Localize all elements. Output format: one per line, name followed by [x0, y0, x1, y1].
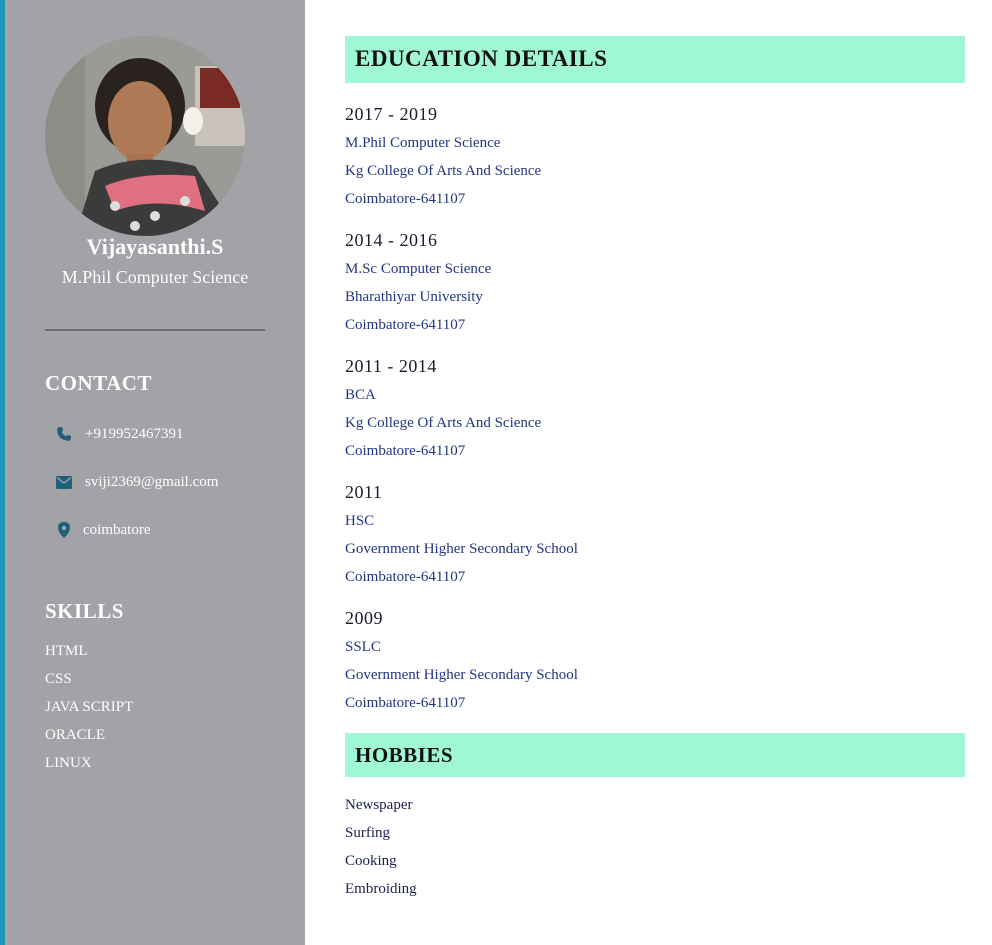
- education-years: 2011: [345, 482, 383, 502]
- education-years: 2009: [345, 608, 383, 628]
- education-institution: Government Higher Secondary School: [345, 667, 578, 683]
- education-course: M.Phil Computer Science: [345, 135, 501, 151]
- phone-icon: [55, 425, 73, 443]
- phone-number: +919952467391: [85, 425, 184, 442]
- education-place: Coimbatore-641107: [345, 317, 466, 333]
- contact-location: coimbatore: [55, 519, 150, 541]
- profile-name: Vijayasanthi.S: [86, 234, 224, 259]
- education-years: 2017 - 2019: [345, 104, 438, 124]
- education-institution: Kg College Of Arts And Science: [345, 415, 542, 431]
- contact-phone[interactable]: +919952467391: [55, 423, 183, 445]
- skill-item: ORACLE: [45, 727, 105, 743]
- education-section-header: EDUCATION DETAILS: [345, 36, 965, 83]
- avatar: [45, 36, 245, 236]
- contact-email[interactable]: sviji2369@gmail.com: [55, 471, 218, 493]
- hobbies-heading: HOBBIES: [355, 743, 454, 767]
- location-text: coimbatore: [83, 521, 151, 538]
- profile-degree: M.Phil Computer Science: [61, 267, 249, 287]
- email-address: sviji2369@gmail.com: [85, 473, 219, 490]
- education-course: BCA: [345, 387, 376, 403]
- education-institution: Kg College Of Arts And Science: [345, 163, 542, 179]
- skill-item: HTML: [45, 643, 88, 659]
- education-institution: Bharathiyar University: [345, 289, 483, 305]
- map-pin-icon: [55, 521, 73, 539]
- hobby-item: Surfing: [345, 825, 390, 841]
- sidebar-divider: [45, 329, 265, 331]
- education-place: Coimbatore-641107: [345, 191, 466, 207]
- education-place: Coimbatore-641107: [345, 443, 466, 459]
- education-course: HSC: [345, 513, 375, 529]
- sidebar: Vijayasanthi.S M.Phil Computer Science C…: [5, 0, 305, 945]
- hobby-item: Cooking: [345, 853, 397, 869]
- skill-item: LINUX: [45, 755, 92, 771]
- envelope-icon: [55, 473, 73, 491]
- skill-item: JAVA SCRIPT: [45, 699, 134, 715]
- education-place: Coimbatore-641107: [345, 569, 466, 585]
- skill-item: CSS: [45, 671, 72, 687]
- education-course: SSLC: [345, 639, 381, 655]
- education-heading: EDUCATION DETAILS: [355, 46, 608, 71]
- hobbies-section-header: HOBBIES: [345, 733, 965, 777]
- education-institution: Government Higher Secondary School: [345, 541, 578, 557]
- education-years: 2014 - 2016: [345, 230, 438, 250]
- skills-heading: SKILLS: [45, 599, 124, 623]
- hobby-item: Embroiding: [345, 881, 417, 897]
- contact-heading: CONTACT: [45, 371, 152, 395]
- education-course: M.Sc Computer Science: [345, 261, 492, 277]
- education-years: 2011 - 2014: [345, 356, 437, 376]
- hobby-item: Newspaper: [345, 797, 413, 813]
- education-place: Coimbatore-641107: [345, 695, 466, 711]
